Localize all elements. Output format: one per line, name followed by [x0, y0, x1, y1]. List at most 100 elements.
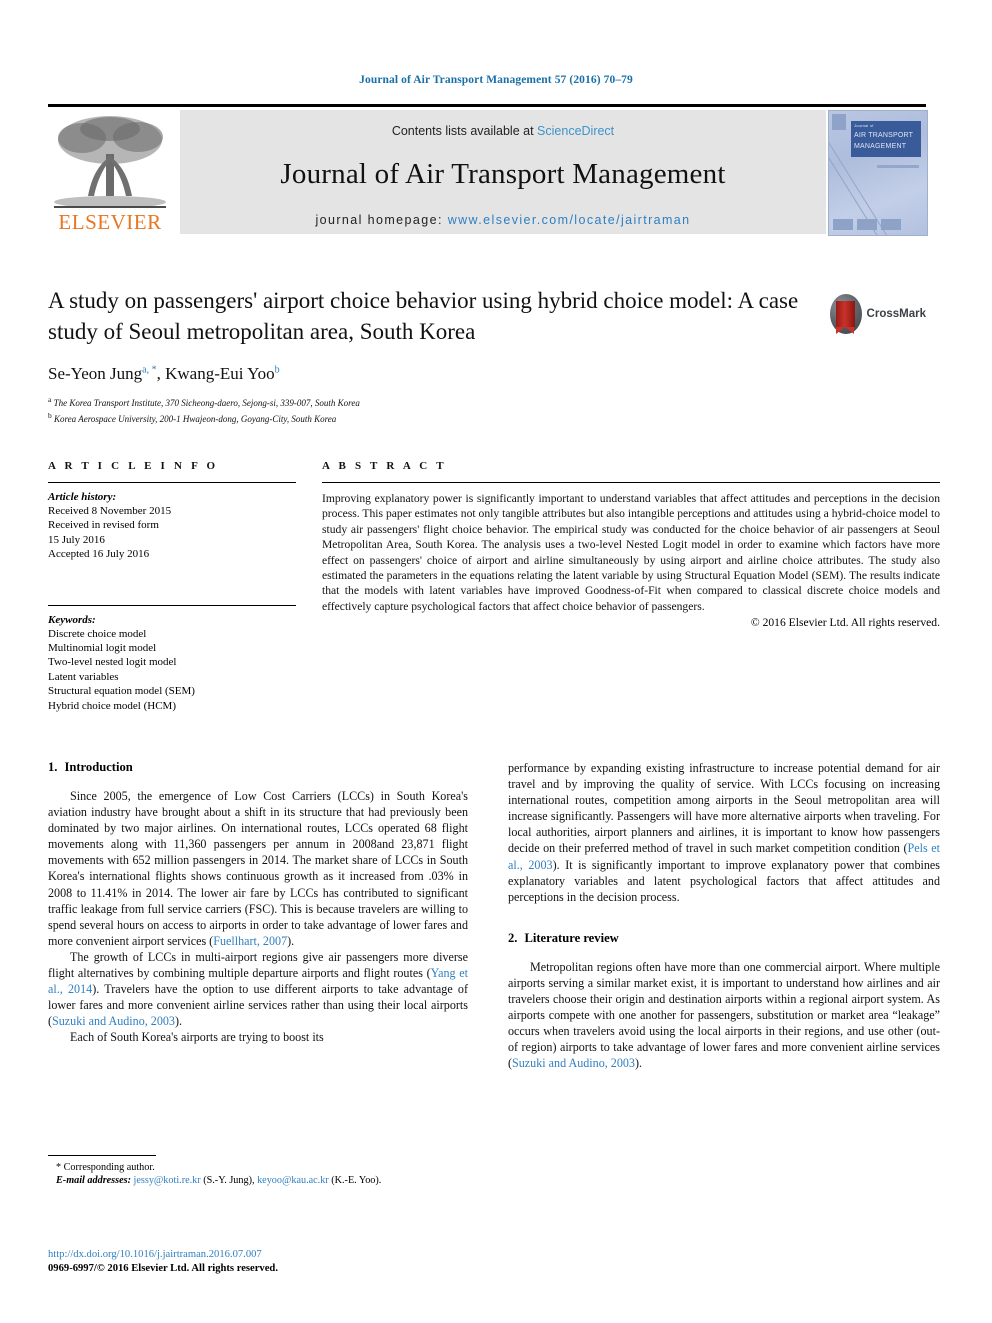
cover-line-2: AIR TRANSPORT [854, 132, 914, 139]
crossmark-icon [830, 294, 862, 334]
section-heading-introduction: 1. Introduction [48, 760, 468, 775]
sciencedirect-link[interactable]: ScienceDirect [537, 124, 614, 138]
affiliation-b-marker: b [48, 410, 52, 420]
abstract-column: A B S T R A C T Improving explanatory po… [322, 460, 940, 629]
keywords-block: Keywords: Discrete choice model Multinom… [48, 604, 296, 713]
citation-fuellhart-2007[interactable]: Fuellhart, 2007 [213, 934, 287, 948]
p2-text-c: ). [174, 1014, 183, 1029]
keyword-item: Latent variables [48, 670, 119, 683]
p4-text-b: ). It is significantly important to impr… [508, 857, 940, 904]
crossmark-label: CrossMark [866, 308, 926, 320]
history-item: Received 8 November 2015 [48, 505, 172, 517]
email-label: E-mail addresses: [56, 1175, 131, 1187]
journal-title: Journal of Air Transport Management [280, 158, 726, 190]
email-link-1[interactable]: jessy@koti.re.kr [134, 1175, 201, 1186]
masthead-top-rule [48, 104, 926, 107]
email-owner-2: (K.-E. Yoo). [331, 1175, 382, 1187]
p5-text-b: ). [634, 1056, 643, 1071]
abstract-heading: A B S T R A C T [322, 460, 447, 472]
abstract-copyright: © 2016 Elsevier Ltd. All rights reserved… [750, 616, 940, 630]
elsevier-wordmark: ELSEVIER [58, 210, 162, 234]
elsevier-logo: ELSEVIER [48, 110, 172, 234]
body-column-left: 1. Introduction Since 2005, the emergence… [48, 760, 468, 1046]
keyword-item: Structural equation model (SEM) [48, 685, 195, 698]
cover-logo-1 [833, 219, 853, 230]
affiliation-b: b Korea Aerospace University, 200-1 Hwaj… [48, 410, 818, 426]
elsevier-tree-icon [54, 116, 166, 208]
author-2-affil-marker: b [274, 364, 280, 376]
crossmark-bookmark-shape [836, 301, 856, 334]
cover-line-3: MANAGEMENT [854, 143, 907, 150]
paragraph-1: Since 2005, the emergence of Low Cost Ca… [48, 788, 468, 949]
p1-text-b: ). [287, 933, 295, 948]
email-addresses-note: E-mail addresses: jessy@koti.re.kr (S.-Y… [48, 1174, 468, 1187]
keywords-list: Discrete choice model Multinomial logit … [48, 627, 296, 713]
section-2-title: Literature review [524, 930, 619, 945]
section-1-number: 1. [48, 760, 58, 774]
footer-block: http://dx.doi.org/10.1016/j.jairtraman.2… [48, 1248, 478, 1276]
issn-copyright-line: 0969-6997/© 2016 Elsevier Ltd. All right… [48, 1263, 278, 1274]
footnote-block: * Corresponding author. E-mail addresses… [48, 1155, 468, 1188]
affiliation-a: a The Korea Transport Institute, 370 Sic… [48, 394, 818, 410]
affiliation-a-text: The Korea Transport Institute, 370 Siche… [53, 398, 360, 408]
cover-subtitle-rule [877, 165, 919, 168]
crossmark-badge[interactable]: CrossMark [830, 288, 926, 340]
keyword-item: Hybrid choice model (HCM) [48, 699, 176, 712]
contents-prefix: Contents lists available at [391, 124, 534, 138]
author-1: Se-Yeon Jung [48, 364, 143, 383]
author-list: Se-Yeon Junga, *, Kwang-Eui Yoob [48, 364, 818, 384]
keyword-item: Discrete choice model [48, 627, 147, 640]
homepage-prefix: journal homepage: [315, 213, 443, 227]
keyword-item: Two-level nested logit model [48, 656, 177, 669]
p1-text-a: Since 2005, the emergence of Low Cost Ca… [48, 789, 468, 948]
article-info-heading: A R T I C L E I N F O [48, 460, 219, 472]
author-separator: , Kwang-Eui Yoo [156, 364, 275, 383]
article-history-lines: Received 8 November 2015 Received in rev… [48, 504, 296, 562]
p5-text-a: Metropolitan regions often have more tha… [508, 959, 940, 1071]
paragraph-3: Each of South Korea's airports are tryin… [48, 1029, 468, 1045]
affiliation-b-text: Korea Aerospace University, 200-1 Hwajeo… [54, 413, 337, 424]
cover-title-band: Journal of AIR TRANSPORT MANAGEMENT [851, 121, 921, 157]
citation-suzuki-audino-2003-b[interactable]: Suzuki and Audino, 2003 [512, 1056, 635, 1070]
cover-logo-2 [857, 219, 877, 230]
p2-text-a: The growth of LCCs in multi-airport regi… [48, 949, 468, 981]
running-head: Journal of Air Transport Management 57 (… [359, 74, 633, 86]
paper-page: Journal of Air Transport Management 57 (… [0, 0, 992, 1323]
article-info-rule [48, 482, 296, 483]
email-link-2[interactable]: keyoo@kau.ac.kr [257, 1175, 329, 1186]
section-1-title: Introduction [64, 760, 133, 774]
section-2-number: 2. [508, 930, 518, 945]
body-column-right: performance by expanding existing infras… [508, 760, 940, 1072]
doi-link[interactable]: http://dx.doi.org/10.1016/j.jairtraman.2… [48, 1248, 478, 1262]
p3-text: Each of South Korea's airports are tryin… [70, 1030, 324, 1045]
history-item: Received in revised form [48, 519, 159, 532]
email-owner-1: (S.-Y. Jung), [203, 1175, 255, 1187]
article-history-label: Article history: [48, 491, 117, 503]
footnote-rule [48, 1155, 156, 1156]
author-1-affil-marker: a, * [142, 364, 157, 376]
cover-publisher-mark [832, 114, 846, 130]
contents-available-line: Contents lists available at ScienceDirec… [180, 124, 826, 138]
cover-line-1: Journal of [854, 123, 874, 128]
journal-band: Contents lists available at ScienceDirec… [180, 110, 826, 234]
abstract-rule [322, 482, 940, 483]
article-info-column: A R T I C L E I N F O Article history: R… [48, 460, 296, 713]
paragraph-5: Metropolitan regions often have more tha… [508, 959, 940, 1072]
title-block: A study on passengers' airport choice be… [48, 285, 818, 425]
journal-masthead: ELSEVIER Contents lists available at Sci… [48, 104, 928, 236]
paragraph-4: performance by expanding existing infras… [508, 760, 940, 905]
affiliations: a The Korea Transport Institute, 370 Sic… [48, 394, 818, 425]
journal-homepage-line: journal homepage: www.elsevier.com/locat… [180, 213, 826, 227]
p4-text-a: performance by expanding existing infras… [508, 761, 940, 856]
page-title: A study on passengers' airport choice be… [48, 288, 799, 344]
homepage-link[interactable]: www.elsevier.com/locate/jairtraman [448, 213, 691, 227]
keywords-rule [48, 604, 296, 606]
history-item: Accepted 16 July 2016 [48, 548, 150, 561]
citation-suzuki-audino-2003[interactable]: Suzuki and Audino, 2003 [52, 1014, 175, 1028]
paragraph-2: The growth of LCCs in multi-airport regi… [48, 949, 468, 1029]
abstract-text: Improving explanatory power is significa… [322, 492, 940, 613]
cover-logo-3 [881, 219, 901, 230]
cover-footer-logos [833, 217, 923, 231]
section-heading-literature-review: 2. Literature review [508, 931, 940, 946]
